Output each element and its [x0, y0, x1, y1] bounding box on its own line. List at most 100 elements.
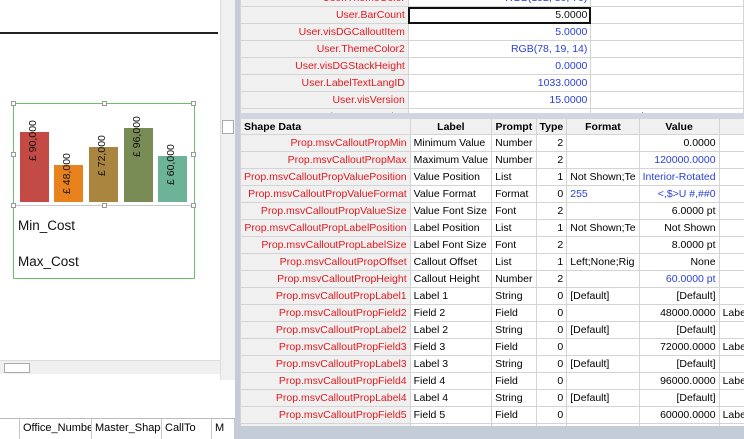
prompt-cell[interactable] — [590, 40, 744, 58]
value-cell[interactable]: 5.0000 — [407, 6, 592, 24]
label-cell[interactable]: Field 2 — [409, 304, 493, 322]
prompt-cell[interactable]: Field — [491, 372, 537, 390]
value-cell[interactable]: [Default] — [638, 321, 720, 339]
label-cell[interactable]: Field 5 — [409, 406, 493, 424]
value-cell[interactable]: 120000.0000 — [638, 151, 720, 169]
row-name[interactable]: Prop.msvCalloutPropLabelPosition — [240, 219, 411, 237]
horizontal-scrollbar[interactable] — [240, 426, 744, 439]
label-cell[interactable]: Field 3 — [409, 338, 493, 356]
row-name[interactable]: Prop.msvCalloutPropLabel2 — [240, 321, 411, 339]
value-cell[interactable]: 15.0000 — [407, 91, 592, 109]
format-cell[interactable] — [566, 134, 640, 152]
row-name[interactable]: Prop.msvCalloutPropValueSize — [240, 202, 411, 220]
selection-handle[interactable] — [191, 101, 196, 106]
prompt-cell[interactable]: Font — [491, 236, 537, 254]
row-name[interactable]: User.visDGStackHeight — [240, 57, 409, 75]
format-cell[interactable]: [Default] — [566, 321, 640, 339]
label-cell[interactable]: Value Format — [409, 185, 493, 203]
prompt-cell[interactable]: String — [491, 355, 537, 373]
type-cell[interactable]: 2 — [535, 151, 568, 169]
selection-handle[interactable] — [102, 101, 107, 106]
column-header-format[interactable]: Format — [566, 118, 640, 135]
value-cell[interactable]: <,$>U #,##0 — [638, 185, 720, 203]
format-cell[interactable] — [566, 270, 640, 288]
prompt-cell[interactable]: String — [491, 287, 537, 305]
prompt-cell[interactable] — [590, 57, 744, 75]
row-name[interactable]: Prop.msvCalloutPropField5 — [240, 406, 411, 424]
prompt-cell[interactable]: Field — [491, 406, 537, 424]
column-header-label[interactable]: Label — [409, 118, 493, 135]
column-header-value[interactable]: Value — [638, 118, 720, 135]
row-name[interactable]: Prop.msvCalloutPropMin — [240, 134, 411, 152]
bar-graph-shape[interactable]: £ 90,000 £ 48,000 £ 72,000 £ 96,000 £ 60,000… — [11, 101, 196, 279]
prompt-cell[interactable]: String — [491, 389, 537, 407]
scroll-thumb[interactable] — [4, 363, 30, 373]
row-name[interactable]: Prop.msvCalloutPropLabelSize — [240, 236, 411, 254]
drawing-pane[interactable]: £ 90,000 £ 48,000 £ 72,000 £ 96,000 £ 60,000… — [0, 0, 235, 439]
extra-cell[interactable] — [718, 270, 744, 288]
prompt-cell[interactable] — [590, 6, 744, 24]
value-cell[interactable]: 8.0000 pt — [638, 236, 720, 254]
value-cell[interactable]: 6.0000 pt — [638, 202, 720, 220]
type-cell[interactable]: 1 — [535, 168, 568, 186]
horizontal-scrollbar[interactable] — [0, 360, 220, 374]
label-cell[interactable]: Label 2 — [409, 321, 493, 339]
column-header[interactable]: Office_Number — [20, 419, 92, 439]
value-cell[interactable]: 96000.0000 — [638, 372, 720, 390]
value-cell[interactable]: None — [638, 253, 720, 271]
prompt-cell[interactable] — [590, 74, 744, 92]
extra-cell[interactable]: Label 5 — [718, 406, 744, 424]
value-cell[interactable]: 5.0000 — [407, 23, 592, 41]
type-cell[interactable]: 1 — [535, 219, 568, 237]
column-header[interactable]: CallTo — [162, 419, 212, 439]
prompt-cell[interactable]: Field — [491, 338, 537, 356]
format-cell[interactable]: [Default] — [566, 287, 640, 305]
format-cell[interactable] — [566, 202, 640, 220]
extra-cell[interactable] — [718, 389, 744, 407]
label-cell[interactable]: Callout Height — [409, 270, 493, 288]
format-cell[interactable] — [566, 236, 640, 254]
format-cell[interactable]: [Default] — [566, 389, 640, 407]
value-cell[interactable]: 0.0000 — [638, 134, 720, 152]
shapesheet-pane[interactable]: User.ThemeColorRGB(192, 80, 70)User.BarC… — [240, 0, 744, 439]
prompt-cell[interactable] — [590, 91, 744, 109]
format-cell[interactable] — [566, 304, 640, 322]
value-cell[interactable]: 48000.0000 — [638, 304, 720, 322]
extra-cell[interactable] — [718, 355, 744, 373]
column-header-type[interactable]: Type — [535, 118, 568, 135]
format-cell[interactable] — [566, 406, 640, 424]
row-name[interactable]: Prop.msvCalloutPropHeight — [240, 270, 411, 288]
type-cell[interactable]: 2 — [535, 202, 568, 220]
value-cell[interactable]: 0.0000 — [407, 57, 592, 75]
prompt-cell[interactable]: Number — [491, 270, 537, 288]
extra-cell[interactable] — [718, 185, 744, 203]
value-cell[interactable]: RGB(78, 19, 14) — [407, 40, 592, 58]
extra-cell[interactable]: Label 3 — [718, 338, 744, 356]
vertical-scrollbar[interactable] — [220, 0, 235, 380]
row-name[interactable]: Prop.msvCalloutPropLabel4 — [240, 389, 411, 407]
value-cell[interactable]: 60000.0000 — [638, 406, 720, 424]
row-name[interactable]: Prop.msvCalloutPropField4 — [240, 372, 411, 390]
prompt-cell[interactable]: List — [491, 168, 537, 186]
row-name[interactable]: Prop.msvCalloutPropOffset — [240, 253, 411, 271]
label-cell[interactable]: Label Font Size — [409, 236, 493, 254]
selection-handle[interactable] — [11, 152, 16, 157]
format-cell[interactable]: Left;None;Rig — [566, 253, 640, 271]
extra-cell[interactable]: Label 4 — [718, 372, 744, 390]
prompt-cell[interactable]: Format — [491, 185, 537, 203]
column-header-extra[interactable] — [718, 118, 744, 135]
type-cell[interactable]: 0 — [535, 406, 568, 424]
type-cell[interactable]: 1 — [535, 253, 568, 271]
selection-handle[interactable] — [11, 101, 16, 106]
row-name[interactable]: Prop.msvCalloutPropField2 — [240, 304, 411, 322]
row-name[interactable]: Prop.msvCalloutPropValueFormat — [240, 185, 411, 203]
label-cell[interactable]: Minimum Value — [409, 134, 493, 152]
prompt-cell[interactable]: Number — [491, 134, 537, 152]
extra-cell[interactable] — [718, 151, 744, 169]
extra-cell[interactable] — [718, 168, 744, 186]
format-cell[interactable] — [566, 372, 640, 390]
format-cell[interactable]: Not Shown;Te — [566, 219, 640, 237]
format-cell[interactable]: [Default] — [566, 355, 640, 373]
row-name[interactable]: Prop.msvCalloutPropMax — [240, 151, 411, 169]
row-name[interactable]: User.BarCount — [240, 6, 409, 24]
